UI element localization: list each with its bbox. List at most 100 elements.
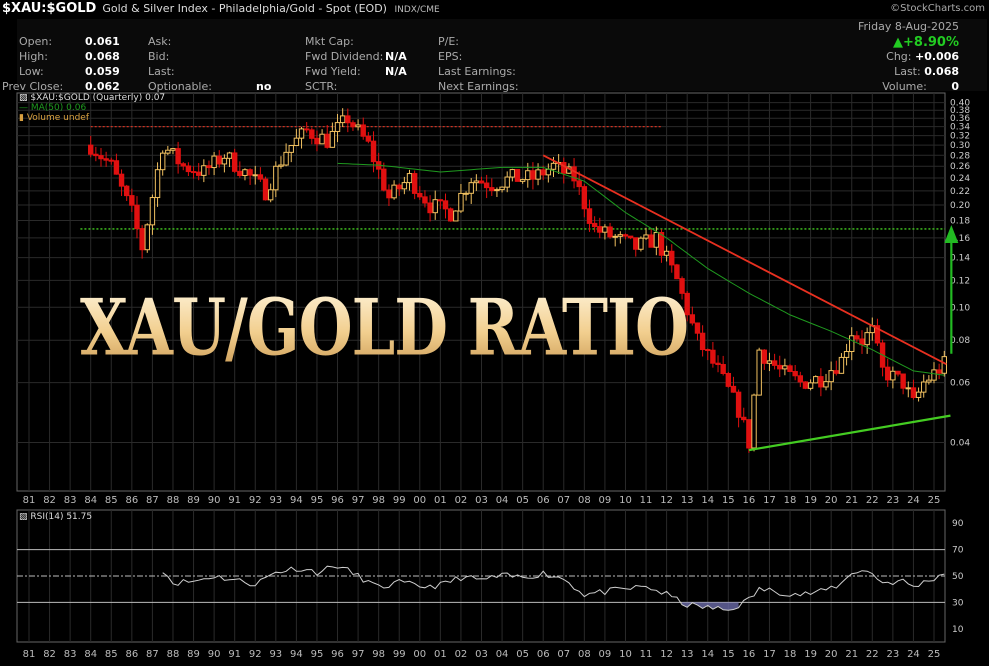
- candle-body: [705, 349, 711, 352]
- candle-body: [237, 170, 243, 177]
- candle-body: [468, 182, 474, 194]
- candle-body: [298, 128, 305, 139]
- rsi-legend: ▧ RSI(14) 51.75: [19, 512, 93, 522]
- candle-body: [915, 391, 922, 398]
- candle-body: [113, 160, 120, 175]
- candle-body: [453, 210, 459, 222]
- x-tick-label: 05: [516, 495, 529, 506]
- candle-body: [473, 180, 480, 184]
- rsi-x-tick-label: 23: [886, 649, 899, 660]
- candle-body: [386, 189, 392, 199]
- candle-body: [607, 226, 613, 238]
- candle-body: [170, 148, 176, 151]
- candle-body: [339, 115, 346, 124]
- candle-body: [216, 155, 222, 165]
- x-tick-label: 23: [886, 495, 899, 506]
- candle-body: [489, 187, 495, 192]
- candle-body: [540, 169, 546, 176]
- candle-body: [663, 250, 670, 256]
- candle-body: [185, 165, 192, 173]
- candle-body: [910, 387, 917, 398]
- rsi-x-tick-label: 03: [475, 649, 488, 660]
- x-tick-label: 01: [434, 495, 447, 506]
- candle-body: [411, 173, 418, 194]
- candle-body: [895, 370, 901, 375]
- candle-body: [653, 231, 660, 248]
- candle-body: [771, 360, 778, 366]
- candle-body: [602, 226, 608, 233]
- x-tick-label: 09: [599, 495, 612, 506]
- candle-body: [648, 234, 654, 248]
- rsi-x-tick-label: 92: [249, 649, 262, 660]
- x-tick-label: 21: [845, 495, 858, 506]
- rsi-x-tick-label: 84: [84, 649, 97, 660]
- candle-body: [864, 332, 870, 346]
- candle-body: [355, 124, 361, 128]
- rsi-x-tick-label: 01: [434, 649, 447, 660]
- candle-body: [828, 370, 834, 383]
- candle-body: [432, 199, 438, 214]
- candle-body: [761, 349, 768, 364]
- candle-body: [144, 224, 150, 251]
- candle-body: [854, 335, 860, 340]
- candle-body: [694, 322, 701, 334]
- candle-body: [890, 370, 896, 381]
- candle-body: [190, 171, 197, 174]
- candle-body: [329, 130, 336, 148]
- y-tick-label: 0.26: [950, 162, 970, 172]
- x-tick-label: 81: [23, 495, 36, 506]
- x-tick-label: 12: [660, 495, 673, 506]
- candle-body: [782, 365, 788, 370]
- candle-body: [324, 133, 330, 148]
- candle-body: [206, 165, 212, 169]
- rsi-x-tick-label: 21: [845, 649, 858, 660]
- x-tick-label: 20: [825, 495, 838, 506]
- candle-body: [612, 235, 618, 238]
- candle-body: [838, 356, 845, 374]
- rsi-swatch-icon: ▧: [19, 512, 31, 522]
- candle-body: [252, 174, 258, 177]
- candle-body: [730, 385, 737, 393]
- price-legend: ▧ $XAU:$GOLD (Quarterly) 0.07 — MA(50) 0…: [19, 93, 165, 123]
- x-tick-label: 88: [167, 495, 180, 506]
- candle-body: [622, 234, 629, 237]
- y-tick-label: 0.24: [950, 174, 970, 184]
- candle-body: [478, 180, 485, 184]
- x-tick-label: 08: [578, 495, 591, 506]
- rsi-x-tick-label: 81: [23, 649, 36, 660]
- rsi-x-tick-label: 05: [516, 649, 529, 660]
- rsi-x-tick-label: 22: [866, 649, 879, 660]
- rsi-x-tick-label: 14: [701, 649, 714, 660]
- x-tick-label: 10: [619, 495, 632, 506]
- candle-body: [751, 394, 757, 449]
- rsi-x-tick-label: 98: [372, 649, 385, 660]
- rsi-x-tick-label: 02: [455, 649, 468, 660]
- candle-body: [561, 162, 567, 174]
- candle-body: [201, 165, 207, 176]
- candle-body: [849, 335, 855, 353]
- y-tick-label: 0.18: [950, 217, 970, 227]
- legend-ma: — MA(50) 0.06: [19, 103, 87, 113]
- x-tick-label: 11: [640, 495, 653, 506]
- y-tick-label: 0.12: [950, 276, 970, 286]
- y-tick-label: 0.22: [950, 187, 970, 197]
- overlay-title: XAU/GOLD RATIO: [80, 282, 689, 374]
- x-tick-label: 91: [228, 495, 241, 506]
- candle-body: [617, 234, 624, 237]
- candle-body: [165, 149, 171, 154]
- candle-body: [931, 369, 937, 381]
- candle-body: [669, 250, 675, 266]
- candle-body: [427, 202, 433, 214]
- candle-body: [103, 158, 109, 161]
- x-tick-label: 15: [722, 495, 735, 506]
- candle-body: [514, 169, 521, 182]
- candle-body: [576, 180, 582, 188]
- x-tick-label: 99: [393, 495, 406, 506]
- rsi-x-tick-label: 88: [167, 649, 180, 660]
- rsi-x-tick-label: 17: [763, 649, 776, 660]
- candle-body: [257, 174, 264, 180]
- y-tick-label: 0.06: [950, 379, 970, 389]
- x-tick-label: 14: [701, 495, 714, 506]
- candle-body: [242, 169, 248, 177]
- candle-body: [674, 264, 680, 280]
